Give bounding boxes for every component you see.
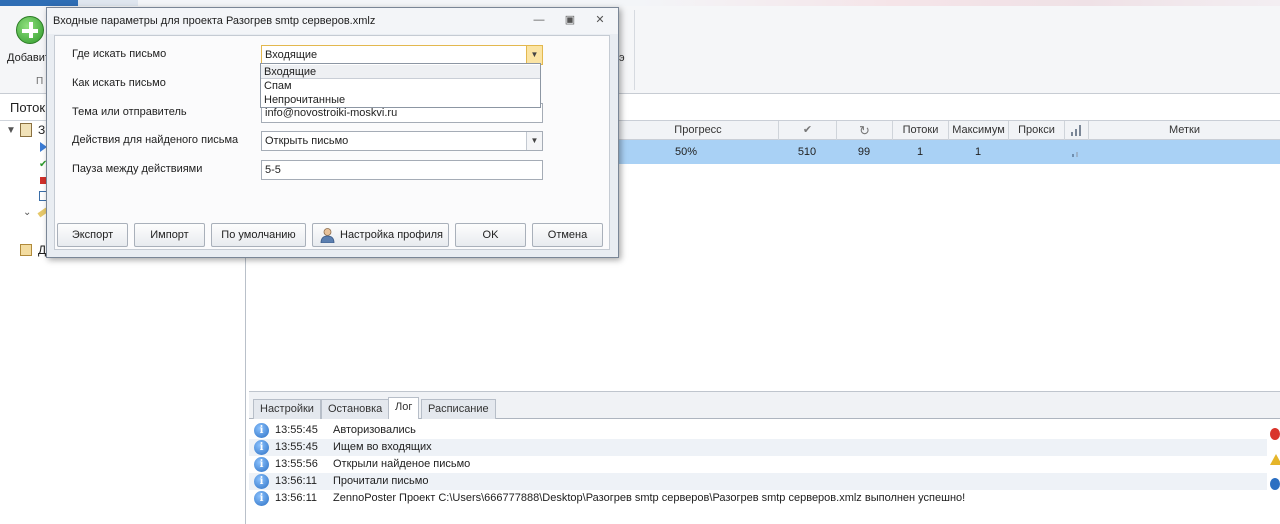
minimize-icon[interactable]: — [531, 13, 547, 27]
ok-button[interactable]: OK [455, 223, 526, 247]
where-select[interactable]: Входящие ▼ [261, 45, 543, 65]
where-label: Где искать письмо [72, 48, 167, 60]
log-message: Ищем во входящих [333, 441, 432, 453]
log-time: 13:56:11 [275, 492, 318, 504]
tab-settings[interactable]: Настройки [253, 399, 321, 419]
cancel-button[interactable]: Отмена [532, 223, 603, 247]
ribbon-fragment-label: э [619, 52, 625, 64]
ribbon-separator [634, 10, 635, 90]
retry-count: 99 [857, 146, 871, 158]
log-row: i 13:55:56 Открыли найденое письмо [249, 456, 1267, 473]
progress-text: 50% [675, 146, 698, 158]
threads-panel-title: Поток [10, 100, 46, 115]
clipboard-icon [20, 123, 32, 137]
action-select[interactable]: Открыть письмо ▼ [261, 131, 543, 151]
close-icon[interactable]: ✕ [592, 13, 608, 27]
profile-settings-label: Настройка профиля [340, 229, 443, 241]
pause-value: 5-5 [265, 164, 281, 176]
chevron-down-icon[interactable]: ▼ [526, 132, 542, 150]
log-time: 13:55:45 [275, 424, 318, 436]
pause-input[interactable]: 5-5 [261, 160, 543, 180]
import-button[interactable]: Импорт [134, 223, 205, 247]
warning-filter-icon[interactable] [1270, 454, 1280, 465]
bottom-tabs: Настройки Остановка Лог Расписание [249, 392, 1280, 419]
log-message: Прочитали письмо [333, 475, 429, 487]
expand-arrow-icon[interactable]: ⌄ [23, 207, 31, 218]
log-row: i 13:56:11 Прочитали письмо [249, 473, 1267, 490]
subject-value: info@novostroiki-moskvi.ru [265, 107, 398, 119]
folder-icon [20, 244, 32, 256]
column-signal[interactable] [1064, 121, 1088, 140]
info-icon: i [254, 491, 269, 506]
column-proxy[interactable]: Прокси [1008, 121, 1064, 140]
where-value: Входящие [265, 49, 318, 61]
add-project-label[interactable]: Добавит [7, 52, 50, 64]
column-progress[interactable]: Прогресс [619, 121, 777, 140]
action-value: Открыть письмо [265, 135, 349, 147]
info-icon: i [254, 474, 269, 489]
log-time: 13:55:45 [275, 441, 318, 453]
max-count: 1 [974, 146, 982, 158]
add-project-icon[interactable] [16, 16, 44, 44]
chevron-down-icon[interactable]: ▼ [526, 46, 542, 64]
export-button[interactable]: Экспорт [57, 223, 128, 247]
signal-low-icon [1072, 152, 1078, 157]
dialog-title: Входные параметры для проекта Разогрев s… [53, 15, 376, 27]
default-button[interactable]: По умолчанию [211, 223, 306, 247]
error-filter-icon[interactable] [1270, 428, 1280, 440]
dropdown-option-unread[interactable]: Непрочитанные [261, 93, 540, 107]
log-row: i 13:56:11 ZennoPoster Проект C:\Users\6… [249, 490, 1267, 507]
dialog-titlebar[interactable]: Входные параметры для проекта Разогрев s… [47, 8, 618, 34]
column-max[interactable]: Максимум [948, 121, 1008, 140]
tab-schedule[interactable]: Расписание [421, 399, 496, 419]
log-message: ZennoPoster Проект C:\Users\666777888\De… [333, 492, 966, 504]
info-icon: i [254, 423, 269, 438]
profile-settings-button[interactable]: Настройка профиля [312, 223, 449, 247]
maximize-icon[interactable]: ▣ [562, 13, 578, 27]
log-message: Открыли найденое письмо [333, 458, 471, 470]
how-label: Как искать письмо [72, 77, 166, 89]
info-filter-icon[interactable] [1270, 478, 1280, 490]
input-parameters-dialog: Входные параметры для проекта Разогрев s… [46, 7, 619, 258]
ribbon-group-label: П [36, 76, 44, 87]
tab-log[interactable]: Лог [388, 397, 420, 419]
column-done[interactable]: ✔ [778, 121, 836, 140]
column-threads[interactable]: Потоки [892, 121, 948, 140]
dropdown-option-inbox[interactable]: Входящие [261, 65, 540, 79]
action-label: Действия для найденого письма [72, 134, 239, 146]
tree-item-label[interactable]: З [38, 123, 45, 137]
tab-stop[interactable]: Остановка [321, 399, 390, 419]
done-count: 510 [797, 146, 817, 158]
info-icon: i [254, 440, 269, 455]
log-row: i 13:55:45 Авторизовались [249, 422, 1267, 439]
column-tags[interactable]: Метки [1088, 121, 1280, 140]
signal-icon [1070, 125, 1081, 136]
pause-label: Пауза между действиями [72, 163, 203, 175]
collapse-arrow-icon[interactable]: ▼ [6, 125, 16, 136]
subject-label: Тема или отправитель [72, 106, 187, 118]
threads-count: 1 [916, 146, 924, 158]
tree-item-label[interactable]: Д [38, 243, 46, 257]
log-time: 13:56:11 [275, 475, 318, 487]
dropdown-option-spam[interactable]: Спам [261, 79, 540, 93]
column-retry[interactable]: ↻ [836, 121, 892, 140]
log-time: 13:55:56 [275, 458, 318, 470]
info-icon: i [254, 457, 269, 472]
log-row: i 13:55:45 Ищем во входящих [249, 439, 1267, 456]
user-profile-icon [320, 228, 335, 243]
where-dropdown-list: Входящие Спам Непрочитанные [260, 63, 541, 108]
log-message: Авторизовались [333, 424, 416, 436]
log-list: i 13:55:45 Авторизовались i 13:55:45 Ище… [249, 420, 1267, 524]
